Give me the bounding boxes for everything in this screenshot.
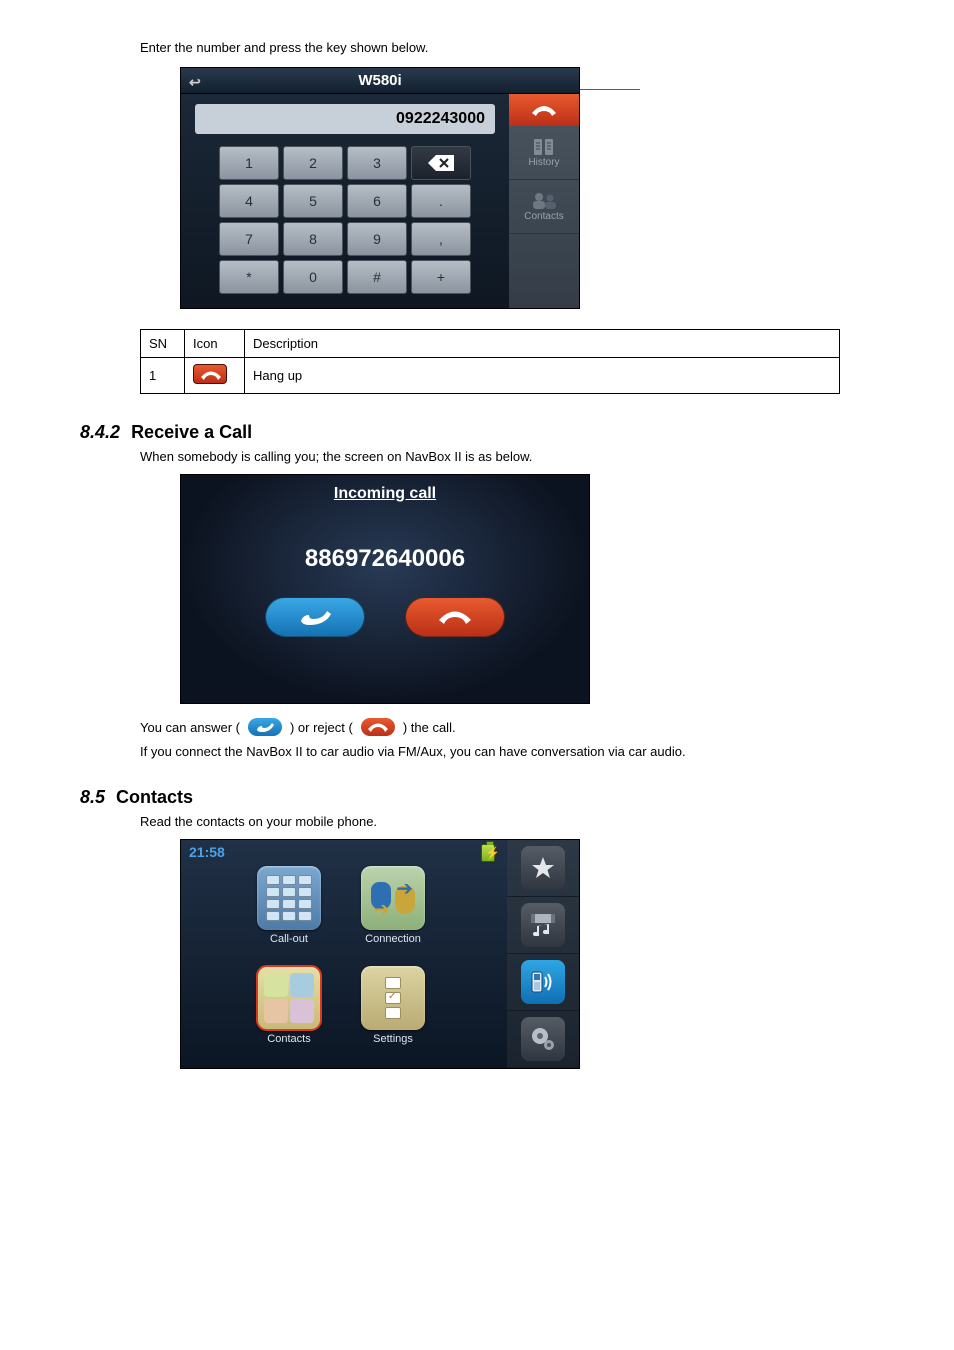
dial-number-display: 0922243000 [195,104,495,134]
icon-description-table: SN Icon Description 1 Hang up [140,329,840,394]
key-plus[interactable]: + [411,260,471,294]
cell-icon [185,358,245,394]
cell-sn: 1 [141,358,185,394]
section-heading-contacts: 8.5 Contacts [80,787,914,808]
key-star[interactable]: * [219,260,279,294]
key-6[interactable]: 6 [347,184,407,218]
section-heading-receive: 8.4.2 Receive a Call [80,422,914,443]
callout-line [580,89,640,90]
app-settings[interactable]: Settings [341,966,445,1058]
keypad-icon [266,875,312,921]
people-icon [264,973,314,1023]
cell-desc: Hang up [245,358,840,394]
phone-signal-icon [521,960,565,1004]
side-system[interactable] [507,1011,579,1068]
reject-icon [361,718,395,736]
key-4[interactable]: 4 [219,184,279,218]
hangup-icon [193,364,227,384]
reject-button[interactable] [405,597,505,637]
dialer-screenshot: ↩ W580i 0922243000 1 2 3 4 5 6 . 7 [180,67,914,309]
th-desc: Description [245,330,840,358]
contacts-label: Contacts [524,211,563,222]
app-callout[interactable]: Call-out [237,866,341,958]
media-icon [521,903,565,947]
home-screen-screenshot: 21:58 ⚡ Call-out ➔➔ Connection [180,839,580,1069]
key-2[interactable]: 2 [283,146,343,180]
side-phone[interactable] [507,954,579,1011]
app-contacts[interactable]: Contacts [237,966,341,1058]
dialer-title: ↩ W580i [181,68,579,94]
incoming-title: Incoming call [181,475,589,503]
side-media[interactable] [507,897,579,954]
key-9[interactable]: 9 [347,222,407,256]
history-button[interactable]: History [509,126,579,180]
device-model: W580i [358,72,401,89]
key-dot[interactable]: . [411,184,471,218]
intro-text: Enter the number and press the key shown… [140,40,914,55]
settings-icon [385,977,401,1019]
incoming-call-screenshot: Incoming call 886972640006 [180,474,590,704]
app-connection-label: Connection [365,933,421,945]
th-sn: SN [141,330,185,358]
receive-note: If you connect the NavBox II to car audi… [140,744,914,759]
table-row: 1 Hang up [141,358,840,394]
answer-reject-description: You can answer ( ) or reject ( ) the cal… [140,718,914,736]
key-1[interactable]: 1 [219,146,279,180]
key-5[interactable]: 5 [283,184,343,218]
app-connection[interactable]: ➔➔ Connection [341,866,445,958]
app-contacts-label: Contacts [267,1033,310,1045]
answer-button[interactable] [265,597,365,637]
app-settings-label: Settings [373,1033,413,1045]
connection-icon: ➔➔ [369,874,417,922]
answer-icon [248,718,282,736]
app-callout-label: Call-out [270,933,308,945]
key-8[interactable]: 8 [283,222,343,256]
key-hash[interactable]: # [347,260,407,294]
history-label: History [528,157,559,168]
gear-icon [521,1017,565,1061]
status-time: 21:58 [189,844,225,860]
dial-keypad: 1 2 3 4 5 6 . 7 8 9 , * 0 # [195,146,495,294]
key-backspace[interactable] [411,146,471,180]
key-comma[interactable]: , [411,222,471,256]
hangup-button[interactable] [509,94,579,126]
star-icon [521,846,565,890]
key-7[interactable]: 7 [219,222,279,256]
key-3[interactable]: 3 [347,146,407,180]
key-0[interactable]: 0 [283,260,343,294]
side-favorites[interactable] [507,840,579,897]
incoming-number: 886972640006 [181,545,589,573]
battery-icon: ⚡ [481,844,495,862]
receive-caption: When somebody is calling you; the screen… [140,449,914,464]
back-icon[interactable]: ↩ [189,74,201,91]
contacts-button[interactable]: Contacts [509,180,579,234]
th-icon: Icon [185,330,245,358]
contacts-caption: Read the contacts on your mobile phone. [140,814,914,829]
